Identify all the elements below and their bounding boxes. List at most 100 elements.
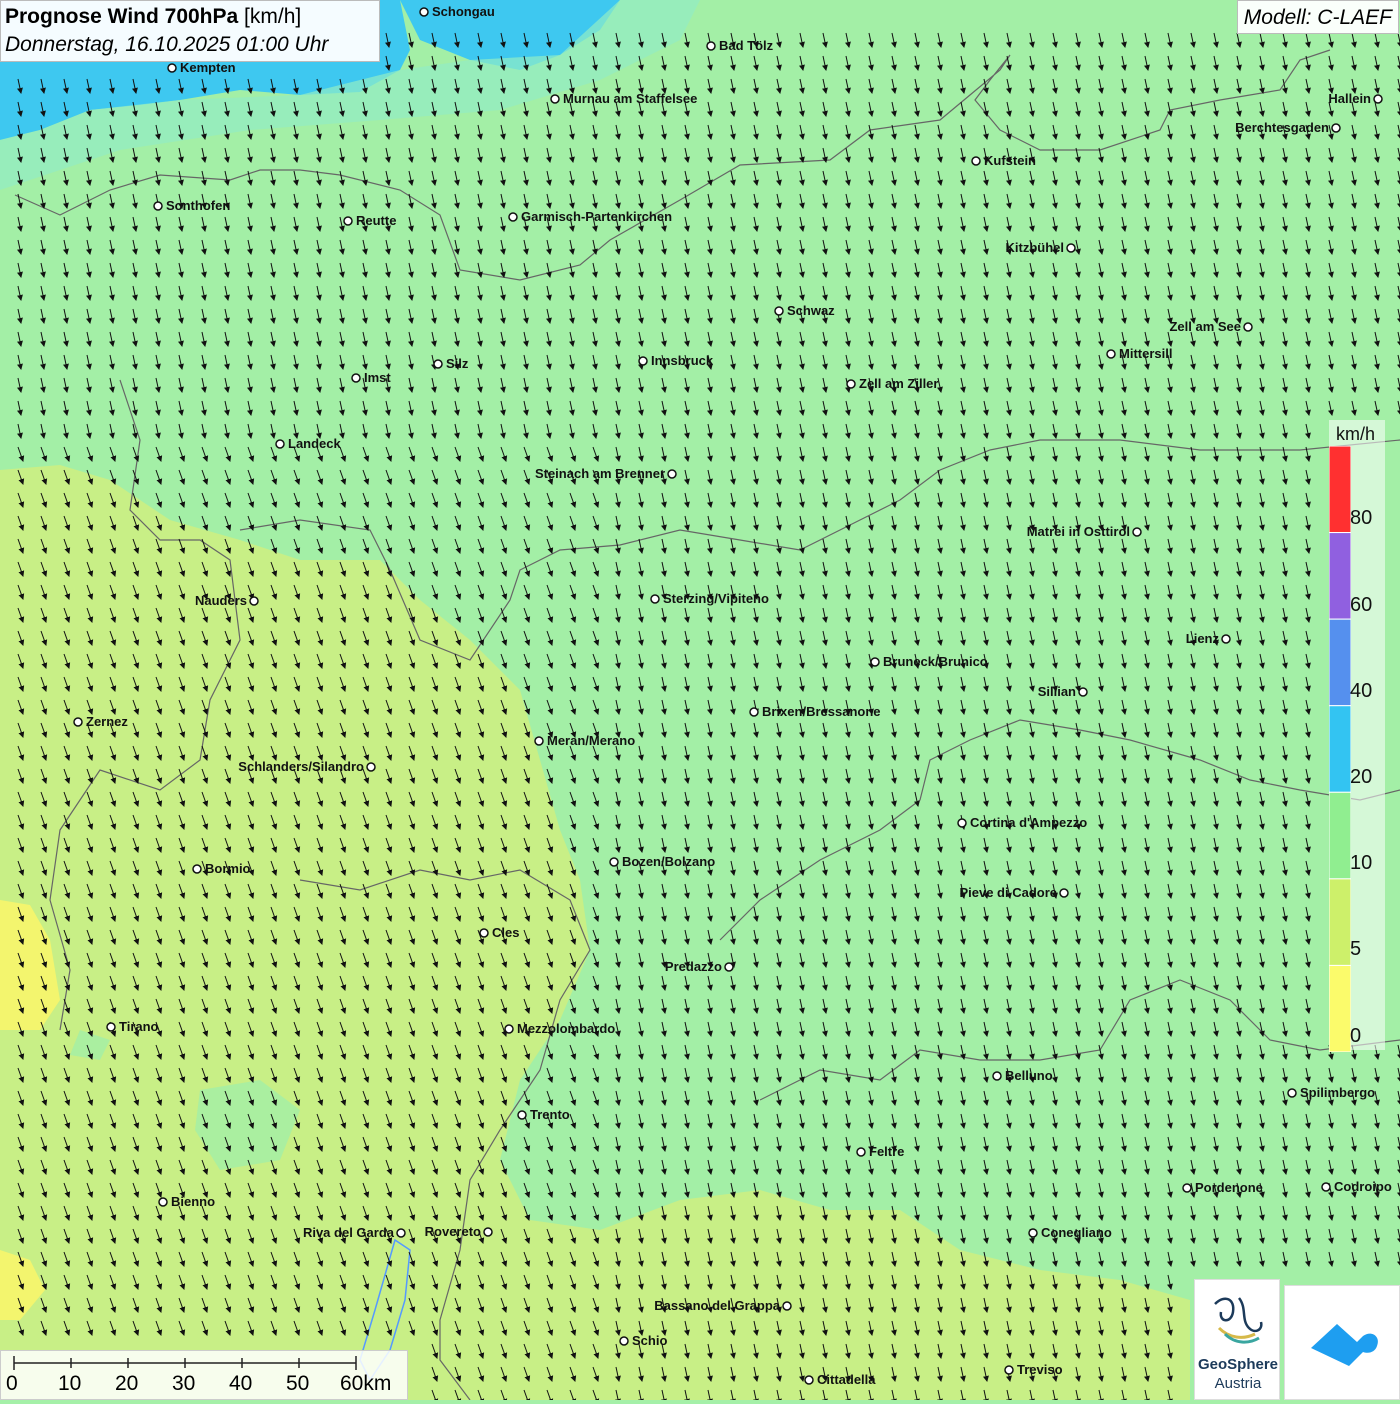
city-label: Treviso	[1017, 1362, 1063, 1377]
legend-color-segment	[1329, 446, 1351, 534]
legend-label-20: 20	[1350, 766, 1373, 788]
city-dot	[1066, 243, 1076, 253]
legend-color-segment	[1329, 618, 1351, 707]
scale-label: 30	[172, 1372, 196, 1395]
city-label: Tirano	[119, 1019, 159, 1034]
city-dot	[1373, 94, 1383, 104]
title-box: Prognose Wind 700hPa [km/h] Donnerstag, …	[0, 0, 380, 62]
scale-label: 40	[229, 1372, 253, 1395]
city-dot	[343, 216, 353, 226]
city-dot	[1221, 634, 1231, 644]
city-dot	[1059, 888, 1069, 898]
city-label: Matrei in Osttirol	[1027, 524, 1130, 539]
city-label: Bienno	[171, 1194, 215, 1209]
city-dot	[650, 594, 660, 604]
city-dot	[106, 1022, 116, 1032]
scale-label: 0	[6, 1372, 18, 1395]
wind-map[interactable]: Schongau Bad Tölz Kempten Murnau am Staffel…	[0, 0, 1400, 1400]
legend-color-segment	[1329, 878, 1351, 966]
scale-label: 60km	[340, 1372, 392, 1395]
legend-color-segment	[1329, 791, 1351, 880]
city-dot	[1132, 527, 1142, 537]
geosphere-name: GeoSphere	[1197, 1356, 1279, 1373]
city-dot	[1106, 349, 1116, 359]
city-label: Schlanders/Silandro	[238, 759, 364, 774]
city-dot	[366, 762, 376, 772]
city-label: Feltre	[869, 1144, 904, 1159]
city-dot	[749, 707, 759, 717]
city-label: Rovereto	[425, 1224, 481, 1239]
city-dot	[1028, 1228, 1038, 1238]
city-dot	[870, 657, 880, 667]
city-label: Zernez	[86, 714, 128, 729]
city-label: Pordenone	[1195, 1180, 1263, 1195]
city-label: Sillian	[1038, 684, 1076, 699]
city-dot	[609, 857, 619, 867]
legend-label-5: 5	[1350, 938, 1362, 960]
wetter-app-logo[interactable]	[1284, 1285, 1400, 1400]
title-bold: Prognose Wind 700hPa	[5, 5, 239, 28]
geosphere-country: Austria	[1214, 1375, 1262, 1392]
city-dot	[419, 7, 429, 17]
legend-label-80: 80	[1350, 507, 1373, 529]
city-dot	[1182, 1183, 1192, 1193]
scale-label: 10	[58, 1372, 82, 1395]
geosphere-logo-icon	[1214, 1297, 1263, 1344]
city-dot	[504, 1024, 514, 1034]
city-label: Belluno	[1005, 1068, 1053, 1083]
city-label: Cortina d'Ampezzo	[970, 815, 1087, 830]
city-label: Lienz	[1186, 631, 1220, 646]
city-dot	[846, 379, 856, 389]
city-dot	[804, 1375, 814, 1385]
city-label: Nauders	[195, 593, 247, 608]
city-dot	[667, 469, 677, 479]
city-label: Brixen/Bressanone	[762, 704, 881, 719]
city-label: Bozen/Bolzano	[622, 854, 715, 869]
city-label: Cittadella	[817, 1372, 876, 1387]
city-dot	[1287, 1088, 1297, 1098]
city-label: Zell am See	[1169, 319, 1241, 334]
scale-label: 20	[115, 1372, 139, 1395]
city-dot	[1331, 123, 1341, 133]
scale-label: 50	[286, 1372, 310, 1395]
city-dot	[957, 818, 967, 828]
city-label: Meran/Merano	[547, 733, 635, 748]
city-label: Kitzbühel	[1006, 240, 1065, 255]
city-label: Schwaz	[787, 303, 835, 318]
city-label: Spilimbergo	[1300, 1085, 1375, 1100]
city-label: Schongau	[432, 4, 495, 19]
legend-label-0: 0	[1350, 1025, 1362, 1047]
city-label: Codroipo	[1334, 1179, 1392, 1194]
title-unit: [km/h]	[244, 5, 302, 28]
forecast-datetime: Donnerstag, 16.10.2025 01:00 Uhr	[5, 33, 329, 56]
city-dot	[479, 928, 489, 938]
city-label: Riva del Garda	[303, 1225, 395, 1240]
legend-color-segment	[1329, 964, 1351, 1052]
city-dot	[167, 63, 177, 73]
city-label: Innsbruck	[651, 353, 714, 368]
city-dot	[619, 1336, 629, 1346]
city-label: Hallein	[1328, 91, 1371, 106]
city-dot	[774, 306, 784, 316]
city-dot	[971, 156, 981, 166]
city-dot	[992, 1071, 1002, 1081]
city-dot	[1004, 1365, 1014, 1375]
city-label: Sterzing/Vipiteno	[663, 591, 769, 606]
city-dot	[73, 717, 83, 727]
city-dot	[192, 864, 202, 874]
city-label: Bormio	[205, 861, 251, 876]
city-label: Cles	[492, 925, 519, 940]
city-dot	[396, 1228, 406, 1238]
city-dot	[1321, 1182, 1331, 1192]
city-dot	[275, 439, 285, 449]
model-label: Modell: C-LAEF	[1236, 0, 1399, 34]
city-dot	[249, 596, 259, 606]
city-label: Kempten	[180, 60, 236, 75]
city-label: Schio	[632, 1333, 667, 1348]
city-dot	[517, 1110, 527, 1120]
city-dot	[782, 1301, 792, 1311]
city-label: Steinach am Brenner	[535, 466, 665, 481]
city-dot	[1243, 322, 1253, 332]
city-label: Kufstein	[984, 153, 1036, 168]
city-label: Imst	[364, 370, 391, 385]
